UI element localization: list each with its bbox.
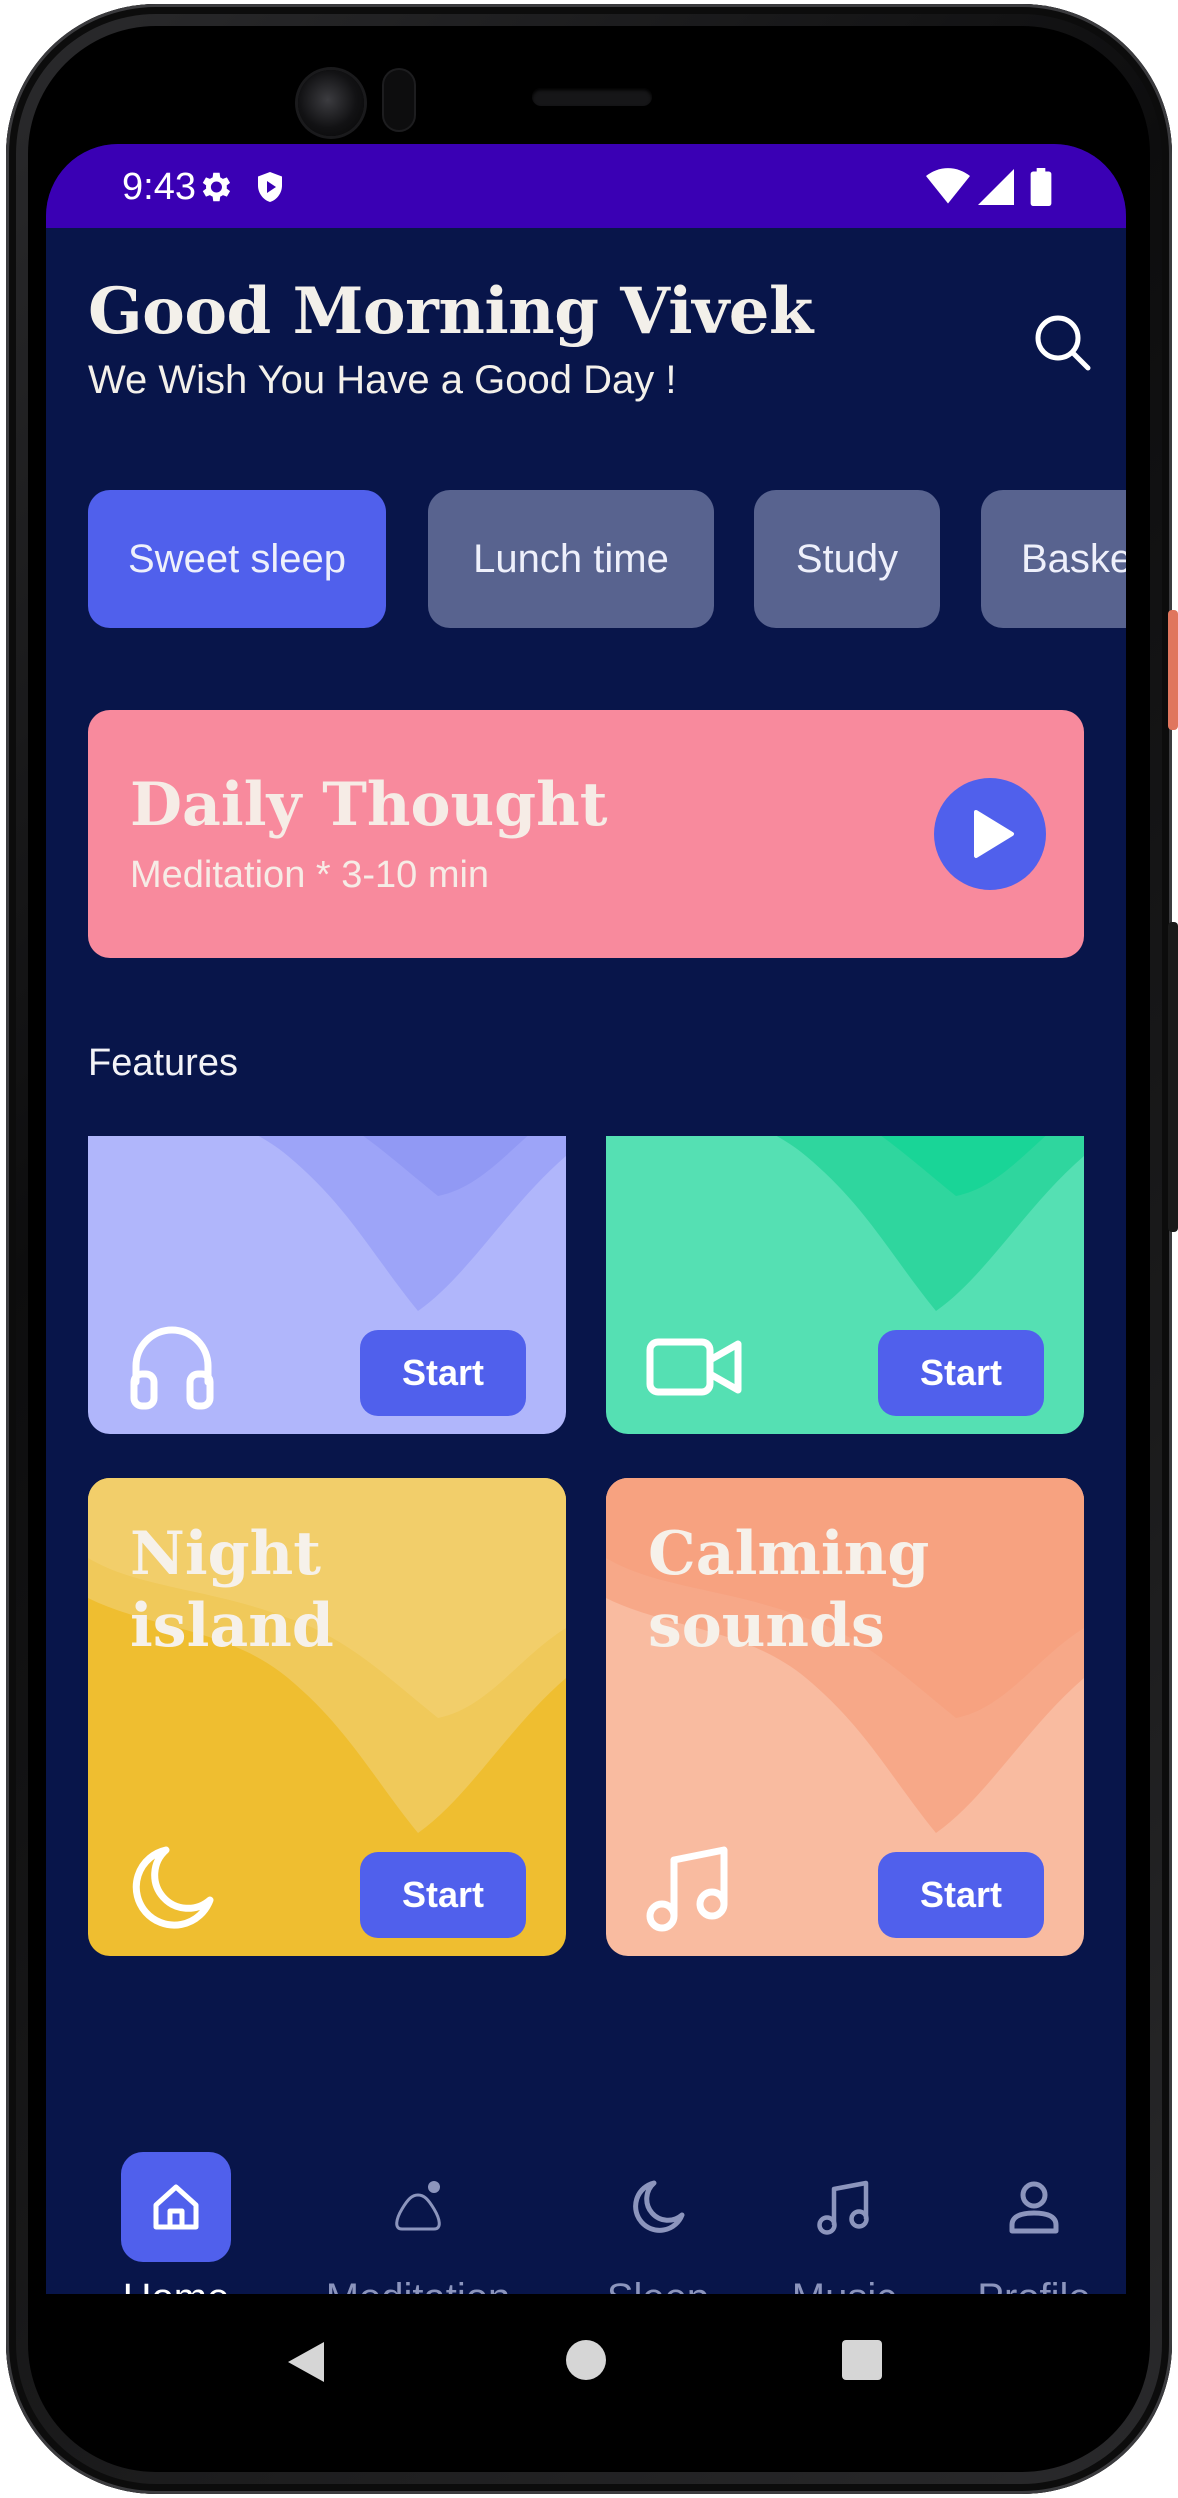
start-button[interactable]: Start	[878, 1330, 1044, 1416]
earpiece-speaker	[532, 88, 652, 106]
music-note-icon	[644, 1842, 736, 1934]
daily-thought-title: Daily Thought	[130, 770, 608, 840]
headphones-icon	[126, 1320, 218, 1412]
nav-item-home[interactable]: Home	[86, 2064, 266, 2294]
home-icon	[121, 2152, 231, 2262]
status-bar: 9:43	[46, 144, 1126, 228]
system-navigation-bar	[46, 2294, 1126, 2424]
feature-card-calming-sounds[interactable]: Calming sounds Start	[606, 1478, 1084, 1956]
feature-card-sleeping[interactable]: sleeping Start	[606, 1136, 1084, 1434]
nav-label-music: Music	[764, 2276, 924, 2294]
proximity-sensor	[384, 70, 414, 130]
home-circle-icon[interactable]	[564, 2338, 608, 2382]
status-time: 9:43	[122, 166, 196, 208]
search-icon	[1035, 315, 1091, 371]
play-button[interactable]	[934, 778, 1046, 890]
feature-card-meditation[interactable]: meditation Start	[88, 1136, 566, 1434]
music-note-icon	[789, 2152, 899, 2262]
chip-sweet-sleep[interactable]: Sweet sleep	[88, 490, 386, 628]
chip-lunch-time[interactable]: Lunch time	[428, 490, 714, 628]
daily-thought-subtitle: Meditation * 3-10 min	[130, 854, 490, 896]
shield-icon	[252, 168, 288, 211]
features-heading: Features	[88, 1042, 238, 1084]
nav-item-music[interactable]: Music	[764, 2064, 924, 2294]
meditation-icon	[363, 2152, 473, 2262]
play-icon	[974, 810, 1014, 858]
nav-item-sleep[interactable]: Sleep	[578, 2064, 738, 2294]
wifi-icon	[926, 168, 970, 211]
features-grid: meditation Start sleeping	[46, 1136, 1126, 2024]
search-button[interactable]	[1028, 308, 1098, 378]
nav-label-profile: Profile	[944, 2276, 1124, 2294]
greeting-title: Good Morning Vivek	[88, 274, 813, 349]
front-camera	[298, 70, 364, 136]
nav-item-profile[interactable]: Profile	[944, 2064, 1124, 2294]
chip-study[interactable]: Study	[754, 490, 940, 628]
video-camera-icon	[644, 1320, 744, 1412]
bottom-navigation: Home Meditation Sleep	[46, 2064, 1126, 2294]
cellular-signal-icon	[978, 168, 1014, 211]
recents-icon[interactable]	[840, 2338, 884, 2382]
start-button[interactable]: Start	[878, 1852, 1044, 1938]
volume-button	[1168, 922, 1178, 1232]
nav-label-sleep: Sleep	[578, 2276, 738, 2294]
moon-icon	[126, 1842, 218, 1934]
back-icon[interactable]	[284, 2338, 332, 2386]
start-button[interactable]: Start	[360, 1852, 526, 1938]
battery-icon	[1030, 168, 1052, 211]
app-screen: 9:43 Good Morning Vivek We Wish You Have…	[46, 144, 1126, 2294]
category-chips: Sweet sleep Lunch time Study Basketball	[88, 490, 1126, 630]
nav-item-meditation[interactable]: Meditation	[298, 2064, 538, 2294]
moon-icon	[603, 2152, 713, 2262]
card-title: Night island	[130, 1519, 334, 1661]
chip-basketball[interactable]: Basketball	[981, 490, 1126, 628]
daily-thought-card[interactable]: Daily Thought Meditation * 3-10 min	[88, 710, 1084, 958]
feature-card-night-island[interactable]: Night island Start	[88, 1478, 566, 1956]
gear-icon	[196, 168, 234, 211]
nav-label-home: Home	[86, 2276, 266, 2294]
power-button	[1168, 610, 1178, 730]
greeting-subtitle: We Wish You Have a Good Day !	[88, 358, 677, 402]
profile-icon	[979, 2152, 1089, 2262]
start-button[interactable]: Start	[360, 1330, 526, 1416]
nav-label-meditation: Meditation	[298, 2276, 538, 2294]
card-title: Calming sounds	[648, 1519, 930, 1661]
